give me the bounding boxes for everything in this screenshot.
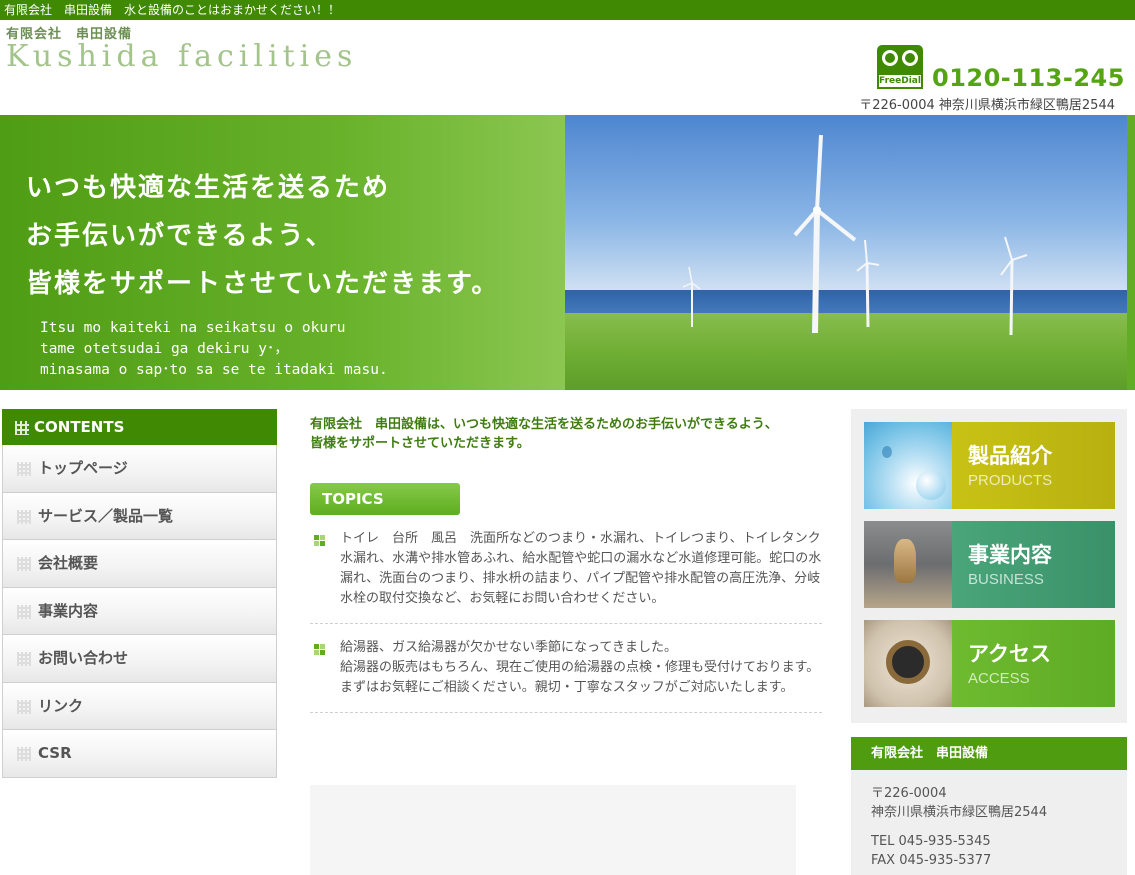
sidebar-item-business[interactable]: 事業内容 [2,587,277,635]
wind-turbine-icon [1000,236,1028,336]
content-placeholder-box [310,785,796,875]
top-tagline-bar: 有限会社 串田設備 水と設備のことはおまかせください！！ [0,0,1135,20]
pattern-square-icon [17,652,31,666]
banner-subtitle: BUSINESS [968,571,1044,588]
banner-group: 製品紹介 PRODUCTS 事業内容 BUSINESS アクセス ACCESS [851,409,1127,723]
company-tel: TEL 045-935-5345 [871,834,991,849]
hero-romanization: Itsu mo kaiteki na seikatsu o okuru tame… [40,320,388,378]
hero-banner: いつも快適な生活を送るため お手伝いができるよう、 皆様をサポートさせていただき… [0,115,1135,390]
pattern-square-icon [17,747,31,761]
wind-turbine-photo [565,115,1127,390]
header-address: 〒226-0004 神奈川県横浜市緑区鴨居2544 [859,98,1115,113]
pattern-square-icon [17,604,31,619]
water-drops-photo [864,422,952,509]
pattern-square-icon [17,462,31,476]
sidebar-nav: CONTENTS トップページ サービス／製品一覧 会社概要 事業内容 お問い合… [2,409,277,778]
grid-icon [15,421,29,435]
company-fax: FAX 045-935-5377 [871,853,992,868]
freedial-icon: FreeDial [877,45,923,89]
intro-text: 有限会社 串田設備は、いつも快適な生活を送るためのお手伝いができるよう、 皆様を… [310,417,778,451]
wind-turbine-icon [793,134,857,334]
wind-turbine-icon [682,266,701,327]
banner-title: アクセス [968,642,1051,666]
sidebar-item-top-page[interactable]: トップページ [2,445,277,493]
banner-title: 製品紹介 [968,444,1052,468]
site-logo[interactable]: Kushida facilities [6,39,357,74]
banner-business[interactable]: 事業内容 BUSINESS [864,521,1115,608]
hero-headline-2: お手伝いができるよう、 [26,221,334,251]
wind-turbine-icon [856,239,880,328]
sidebar-heading: CONTENTS [2,409,277,445]
banner-title: 事業内容 [968,543,1052,567]
pattern-square-icon [17,509,31,524]
bird-statue-photo [864,521,952,608]
main-content: 有限会社 串田設備は、いつも快適な生活を送るためのお手伝いができるよう、 皆様を… [310,409,822,875]
sidebar-item-company[interactable]: 会社概要 [2,540,277,588]
company-postal: 〒226-0004 [871,786,947,801]
site-header: 有限会社 串田設備 Kushida facilities FreeDial 01… [0,20,1135,115]
banner-subtitle: ACCESS [968,670,1030,687]
sidebar-item-services[interactable]: サービス／製品一覧 [2,492,277,540]
sidebar-item-contact[interactable]: お問い合わせ [2,635,277,683]
sidebar-item-links[interactable]: リンク [2,682,277,730]
tile-bullet-icon [314,644,326,656]
phone-number[interactable]: 0120-113-245 [932,64,1125,92]
company-address: 神奈川県横浜市緑区鴨居2544 [871,805,1048,820]
pattern-square-icon [17,557,31,571]
topics-heading: TOPICS [310,483,460,515]
right-column: 製品紹介 PRODUCTS 事業内容 BUSINESS アクセス ACCESS … [851,409,1127,875]
banner-subtitle: PRODUCTS [968,472,1053,489]
topic-item: 給湯器、ガス給湯器が欠かせない季節になってきました。 給湯器の販売はもちろん、現… [310,624,822,713]
company-info-heading: 有限会社 串田設備 [851,737,1127,770]
topic-item: トイレ 台所 風呂 洗面所などのつまり・水漏れ、トイレつまり、トイレタンク水漏れ… [310,515,822,624]
sidebar-item-csr[interactable]: CSR [2,730,277,778]
hero-headline-3: 皆様をサポートさせていただきます。 [26,269,500,299]
hero-headline-1: いつも快適な生活を送るため [26,173,391,203]
company-info: 〒226-0004 神奈川県横浜市緑区鴨居2544 TEL 045-935-53… [851,770,1127,875]
compass-photo [864,620,952,707]
tile-bullet-icon [314,535,326,547]
banner-products[interactable]: 製品紹介 PRODUCTS [864,422,1115,509]
pattern-square-icon [17,699,31,714]
banner-access[interactable]: アクセス ACCESS [864,620,1115,707]
